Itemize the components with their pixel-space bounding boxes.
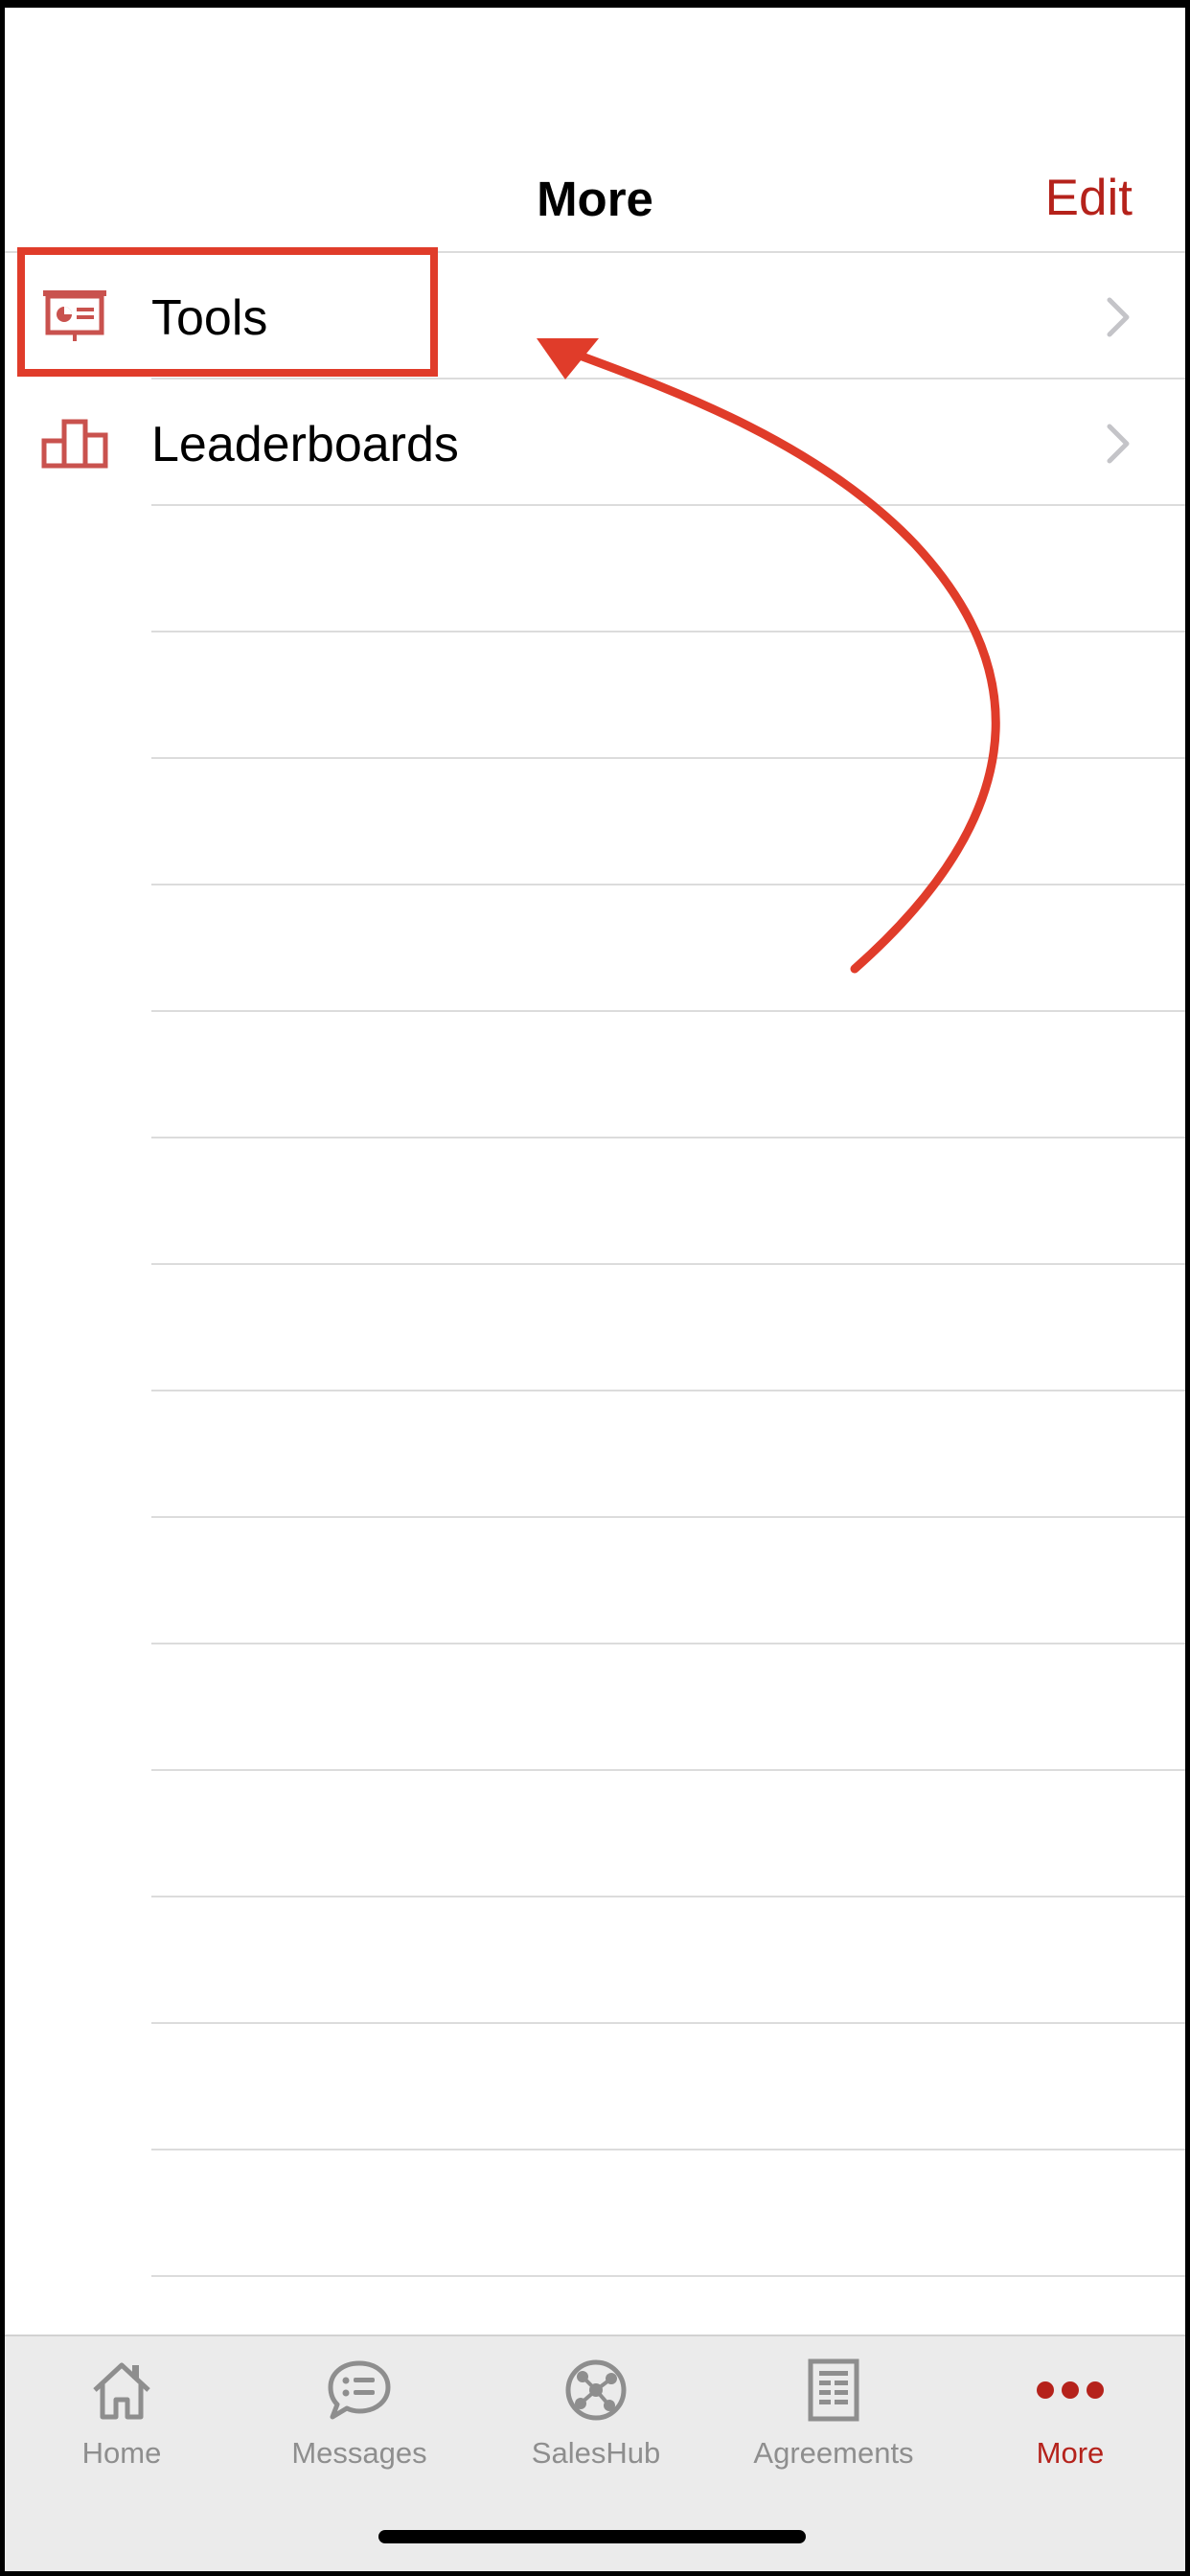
podium-icon: [41, 419, 108, 469]
tab-label: Agreements: [753, 2436, 914, 2470]
row-separator: [151, 1769, 1185, 1771]
home-icon: [93, 2362, 150, 2420]
page-title: More: [537, 172, 653, 226]
document-icon: [808, 2358, 859, 2422]
chat-bubble-icon: [328, 2360, 391, 2420]
edit-button[interactable]: Edit: [1045, 169, 1133, 227]
more-dots-icon: [1037, 2381, 1104, 2399]
row-separator: [151, 1643, 1185, 1644]
navigation-bar: More Edit: [5, 123, 1185, 259]
chevron-right-icon: [1107, 424, 1130, 464]
tab-messages[interactable]: Messages: [244, 2358, 474, 2501]
row-separator: [151, 1516, 1185, 1518]
row-separator: [151, 2022, 1185, 2024]
row-separator: [151, 1137, 1185, 1138]
tab-more[interactable]: More: [955, 2358, 1185, 2501]
list-item-label: Leaderboards: [151, 417, 459, 472]
row-separator: [151, 1390, 1185, 1392]
tab-label: Home: [81, 2436, 162, 2470]
network-globe-icon: [565, 2359, 627, 2421]
tab-label: SalesHub: [531, 2436, 661, 2470]
tab-home[interactable]: Home: [7, 2358, 237, 2501]
row-separator: [151, 2149, 1185, 2150]
row-separator: [151, 1263, 1185, 1265]
tools-highlight-box: [17, 247, 438, 377]
row-separator: [151, 884, 1185, 886]
row-separator: [151, 504, 1185, 506]
home-indicator: [378, 2530, 806, 2543]
tab-label: Messages: [291, 2436, 427, 2470]
row-separator: [151, 1010, 1185, 1012]
row-separator: [151, 2275, 1185, 2277]
tab-label: More: [1036, 2436, 1105, 2470]
tab-saleshub[interactable]: SalesHub: [481, 2358, 711, 2501]
row-separator: [151, 631, 1185, 632]
row-separator: [151, 757, 1185, 759]
app-screen: More Edit Tools Leaderboards Home Messag…: [5, 8, 1185, 2571]
list-item-leaderboards[interactable]: Leaderboards: [5, 380, 1185, 506]
tab-agreements[interactable]: Agreements: [719, 2358, 949, 2501]
row-separator: [151, 1896, 1185, 1898]
chevron-right-icon: [1107, 297, 1130, 337]
